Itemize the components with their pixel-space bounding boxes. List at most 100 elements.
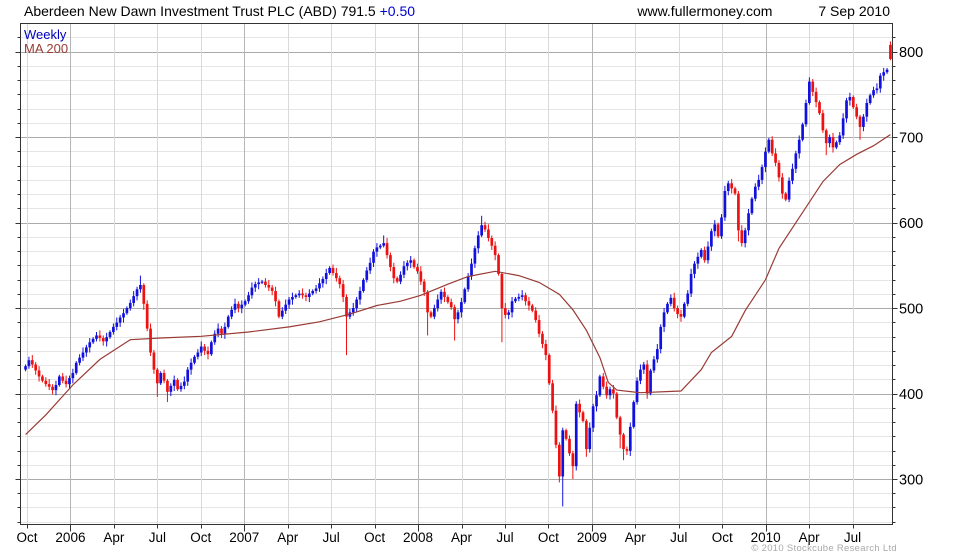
candle-down: [851, 96, 855, 108]
candle-down: [601, 376, 605, 387]
candle-up: [193, 356, 196, 363]
price-chart-svg: 300 400 500 600 700 800 Oct 2006 Apr Jul Oct 2007 Ap…: [15, 23, 923, 545]
candle-down: [145, 303, 149, 329]
candle-up: [68, 378, 71, 385]
candle-down: [264, 281, 267, 286]
candle-down: [304, 295, 308, 297]
candle-up: [358, 290, 362, 300]
candle-up: [797, 139, 801, 154]
candle-down: [571, 453, 575, 467]
x-axis-label: Oct: [16, 530, 37, 545]
candle-up: [787, 180, 791, 200]
candle-up: [652, 359, 656, 371]
candle-down: [824, 130, 828, 144]
candle-up: [284, 304, 288, 311]
candle-up: [135, 289, 139, 297]
candle-down: [672, 297, 676, 309]
candle-down: [615, 393, 619, 418]
candle-up: [226, 316, 230, 327]
x-axis-label: 2009: [577, 530, 607, 545]
candle-up: [291, 296, 294, 300]
candle-up: [81, 352, 85, 358]
candle-down: [831, 137, 835, 148]
candle-up: [57, 376, 61, 385]
candle-down: [220, 328, 223, 334]
candle-down: [534, 310, 538, 321]
candle-down: [541, 333, 544, 344]
candle-down: [61, 376, 65, 381]
candle-up: [710, 231, 713, 247]
candle-up: [125, 308, 129, 314]
candle-up: [460, 302, 463, 313]
candle-up: [517, 296, 521, 299]
candle-down: [166, 380, 169, 392]
candle-up: [132, 296, 136, 303]
candle-up: [463, 289, 467, 303]
candle-up: [182, 381, 186, 386]
ma200-line: [25, 134, 891, 436]
candle-down: [537, 320, 541, 334]
candle-up: [838, 135, 842, 143]
candle-up: [172, 379, 176, 386]
candle-down: [716, 224, 720, 237]
candle-up: [574, 403, 578, 467]
candle-up: [801, 124, 804, 140]
candle-up: [669, 297, 673, 304]
candle-up: [804, 102, 808, 125]
candle-down: [412, 260, 416, 268]
x-axis-label: Apr: [451, 530, 473, 545]
candle-down: [740, 230, 744, 244]
candle-up: [666, 303, 669, 313]
candle-up: [649, 370, 652, 394]
candle-down: [487, 229, 490, 239]
candle-down: [392, 267, 396, 279]
candle-down: [446, 296, 450, 303]
candle-up: [199, 346, 203, 353]
candle-down: [426, 291, 429, 313]
candle-down: [237, 303, 240, 309]
candle-up: [294, 295, 298, 297]
candle-up: [112, 326, 115, 333]
candle-up: [186, 369, 190, 382]
candle-down: [581, 412, 585, 421]
candle-up: [74, 362, 78, 374]
candle-down: [176, 379, 179, 390]
candle-up: [720, 217, 723, 237]
candle-up: [355, 299, 358, 309]
y-axis-label: 300: [899, 473, 923, 489]
candle-up: [753, 186, 757, 199]
candle-up: [635, 380, 639, 403]
candle-down: [149, 328, 152, 353]
candle-down: [527, 301, 531, 306]
x-axis-label: Oct: [712, 530, 733, 545]
candle-up: [108, 332, 112, 338]
candle-down: [416, 267, 419, 272]
candle-up: [257, 282, 261, 285]
candle-up: [480, 225, 483, 236]
candle-down: [443, 291, 446, 297]
candle-up: [139, 285, 142, 290]
candle-down: [64, 380, 68, 385]
candle-up: [865, 102, 869, 117]
candle-down: [345, 296, 348, 317]
candle-down: [335, 273, 338, 279]
candle-up: [595, 395, 598, 407]
candle-up: [862, 116, 865, 127]
candle-up: [693, 263, 696, 274]
candle-up: [639, 369, 642, 381]
candle-down: [612, 389, 615, 394]
y-axis-label: 600: [899, 216, 923, 232]
x-axis-label: Apr: [103, 530, 125, 545]
candle-up: [808, 81, 811, 103]
candle-up: [514, 298, 517, 302]
candle-down: [770, 139, 774, 154]
x-axis-label: Jul: [496, 530, 513, 545]
candle-up: [470, 263, 473, 277]
candle-down: [206, 350, 210, 355]
candle-down: [422, 281, 426, 292]
y-axis-label: 400: [899, 387, 923, 403]
candle-down: [821, 113, 825, 131]
legend-ma200: MA 200: [24, 41, 69, 56]
candle-up: [382, 243, 386, 246]
candle-down: [51, 386, 54, 391]
